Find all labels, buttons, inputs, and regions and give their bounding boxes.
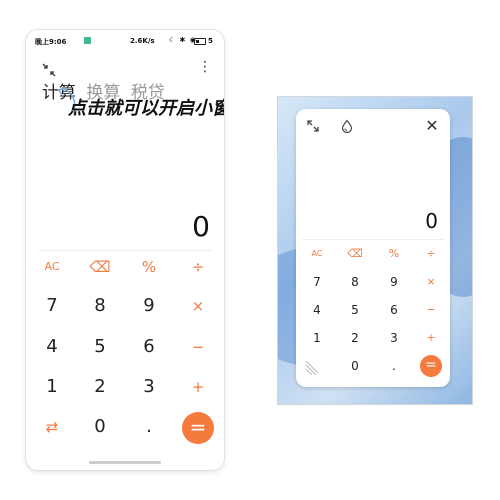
digit-1-button[interactable]: 1 <box>32 370 72 404</box>
digit-6-button[interactable]: 6 <box>129 330 169 364</box>
minus-button[interactable]: − <box>178 330 218 364</box>
digit-7-button[interactable]: 7 <box>32 289 72 323</box>
shrink-window-icon[interactable] <box>41 62 57 78</box>
digit-3-button[interactable]: 3 <box>129 370 169 404</box>
plus-button[interactable]: + <box>416 327 446 349</box>
plus-button[interactable]: + <box>178 370 218 404</box>
ac-button[interactable]: AC <box>32 250 72 284</box>
expand-icon[interactable] <box>306 119 320 133</box>
digit-8-button[interactable]: 8 <box>340 271 370 293</box>
digit-9-button[interactable]: 9 <box>379 271 409 293</box>
multiply-button[interactable]: × <box>178 289 218 323</box>
divider <box>302 239 444 240</box>
annotation-text: 点击就可以开启小窗 <box>68 98 224 119</box>
phone-screen: 晚上9:06 2.6K/s ☾ ✱ ◉ 5 ⋮ 计算 换算 税贷 点击就可以开启… <box>26 30 224 470</box>
percent-button[interactable]: % <box>129 250 169 284</box>
divide-button[interactable]: ÷ <box>416 243 446 265</box>
digit-9-button[interactable]: 9 <box>129 289 169 323</box>
floating-calculator-window: ✕ 0 AC ⌫ % ÷ 7 8 9 × 4 5 6 − 1 2 3 + 0 .… <box>296 109 450 387</box>
equals-button[interactable]: = <box>420 355 442 377</box>
digit-2-button[interactable]: 2 <box>80 370 120 404</box>
status-icons: ☾ ✱ ◉ <box>169 36 197 44</box>
status-time: 晚上9:06 <box>35 38 67 46</box>
display-value: 0 <box>192 210 210 243</box>
digit-0-button[interactable]: 0 <box>80 410 120 444</box>
status-bar: 晚上9:06 2.6K/s ☾ ✱ ◉ 5 <box>26 30 224 50</box>
digit-0-button[interactable]: 0 <box>340 355 370 377</box>
decimal-button[interactable]: . <box>129 410 169 444</box>
digit-5-button[interactable]: 5 <box>80 330 120 364</box>
backspace-button[interactable]: ⌫ <box>80 250 120 284</box>
digit-6-button[interactable]: 6 <box>379 299 409 321</box>
digit-3-button[interactable]: 3 <box>379 327 409 349</box>
percent-button[interactable]: % <box>379 243 409 265</box>
more-vertical-icon[interactable]: ⋮ <box>198 58 212 76</box>
floating-window-screenshot: ✕ 0 AC ⌫ % ÷ 7 8 9 × 4 5 6 − 1 2 3 + 0 .… <box>278 97 472 404</box>
backspace-button[interactable]: ⌫ <box>340 243 370 265</box>
equals-button[interactable]: = <box>182 412 214 444</box>
home-indicator[interactable] <box>89 461 161 464</box>
network-speed: 2.6K/s <box>130 37 155 45</box>
decimal-button[interactable]: . <box>379 355 409 377</box>
switch-mode-icon[interactable]: ⇄ <box>32 410 72 444</box>
close-icon[interactable]: ✕ <box>424 118 440 134</box>
digit-2-button[interactable]: 2 <box>340 327 370 349</box>
battery-icon <box>194 38 206 45</box>
floating-display-value: 0 <box>425 209 438 233</box>
minus-button[interactable]: − <box>416 299 446 321</box>
drop-icon[interactable] <box>340 119 354 133</box>
battery-label: 5 <box>208 37 213 45</box>
digit-5-button[interactable]: 5 <box>340 299 370 321</box>
digit-8-button[interactable]: 8 <box>80 289 120 323</box>
app-notification-icon <box>84 37 91 44</box>
multiply-button[interactable]: × <box>416 271 446 293</box>
digit-1-button[interactable]: 1 <box>302 327 332 349</box>
resize-handle-icon[interactable] <box>304 361 318 375</box>
ac-button[interactable]: AC <box>302 243 332 265</box>
digit-7-button[interactable]: 7 <box>302 271 332 293</box>
digit-4-button[interactable]: 4 <box>32 330 72 364</box>
digit-4-button[interactable]: 4 <box>302 299 332 321</box>
divide-button[interactable]: ÷ <box>178 250 218 284</box>
